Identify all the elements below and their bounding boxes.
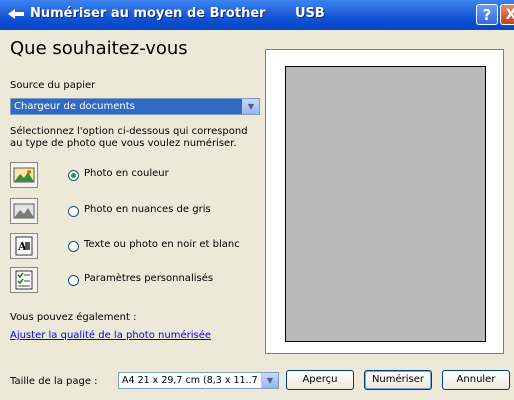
- title-bar: Numériser au moyen de Brother USB ? X: [0, 0, 514, 30]
- connection-type: USB: [295, 6, 325, 21]
- bw-text-photo-radio[interactable]: [68, 241, 79, 252]
- scan-button[interactable]: Numériser: [364, 370, 432, 390]
- help-button[interactable]: ?: [476, 4, 498, 25]
- grayscale-photo-icon[interactable]: [10, 198, 38, 224]
- paper-source-label: Source du papier: [10, 80, 96, 91]
- grayscale-photo-radio[interactable]: [68, 206, 79, 217]
- option-custom-settings[interactable]: Paramètres personnalisés: [10, 267, 260, 295]
- custom-settings-icon[interactable]: [10, 267, 38, 293]
- cancel-button[interactable]: Annuler: [442, 370, 510, 390]
- option-color-photo[interactable]: Photo en couleur: [10, 162, 260, 190]
- option-label[interactable]: Texte ou photo en noir et blanc: [84, 239, 240, 250]
- scanner-app-icon: [8, 9, 24, 19]
- page-heading: Que souhaitez-vous: [10, 38, 188, 59]
- option-label[interactable]: Photo en couleur: [84, 168, 169, 179]
- color-photo-radio[interactable]: [68, 170, 79, 181]
- chevron-down-icon[interactable]: ▼: [242, 99, 259, 114]
- bw-text-photo-icon[interactable]: A: [10, 233, 38, 259]
- option-bw-text-photo[interactable]: A Texte ou photo en noir et blanc: [10, 233, 260, 261]
- adjust-quality-link[interactable]: Ajuster la qualité de la photo numérisée: [10, 330, 211, 341]
- color-photo-icon[interactable]: [10, 162, 38, 188]
- also-text: Vous pouvez également :: [10, 312, 137, 323]
- page-size-select[interactable]: A4 21 x 29,7 cm (8,3 x 11..7 po) ▼: [118, 372, 279, 389]
- instructions-text: Sélectionnez l'option ci-dessous qui cor…: [10, 126, 248, 149]
- option-grayscale-photo[interactable]: Photo en nuances de gris: [10, 198, 260, 226]
- option-label[interactable]: Photo en nuances de gris: [84, 204, 211, 215]
- preview-page: [285, 66, 486, 342]
- paper-source-select[interactable]: Chargeur de documents ▼: [10, 98, 260, 115]
- custom-settings-radio[interactable]: [68, 275, 79, 286]
- page-size-value: A4 21 x 29,7 cm (8,3 x 11..7 po): [122, 375, 260, 386]
- paper-source-value: Chargeur de documents: [11, 99, 242, 114]
- option-label[interactable]: Paramètres personnalisés: [84, 273, 213, 284]
- close-button[interactable]: X: [500, 4, 514, 25]
- window-title: Numériser au moyen de Brother: [30, 6, 266, 21]
- chevron-down-icon[interactable]: ▼: [261, 373, 278, 388]
- preview-button[interactable]: Aperçu: [286, 370, 354, 390]
- page-size-label: Taille de la page :: [10, 376, 98, 387]
